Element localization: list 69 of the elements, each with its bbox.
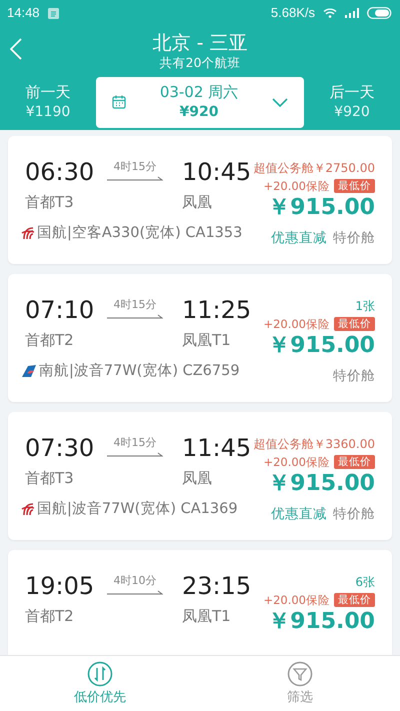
airline-info: 国航|波音77W(宽体) CA1369 (37, 500, 238, 518)
flight-price: ￥915.00 (268, 609, 375, 635)
arrival-time: 11:25 (182, 296, 252, 324)
airline-logo-icon (21, 226, 35, 240)
arrival-time: 11:45 (182, 434, 252, 462)
calendar-icon (112, 95, 126, 109)
cabin-note: 超值公务舱￥2750.00 (253, 161, 375, 176)
lowest-price-badge: 最低价 (334, 317, 375, 331)
arrival-airport: 凤凰 (182, 468, 213, 488)
filter-button[interactable]: 筛选 (200, 656, 400, 711)
next-day-button[interactable]: 后一天 ¥920 (304, 82, 400, 122)
fare-tag: 特价舱 (333, 229, 375, 247)
duration-label: 4时10分 (114, 575, 156, 587)
flight-price: ￥915.00 (268, 471, 375, 497)
notification-icon (48, 8, 59, 18)
arrival-airport: 凤凰 (182, 192, 213, 212)
duration-label: 4时15分 (114, 299, 156, 311)
departure-airport: 首都T2 (25, 606, 75, 626)
chevron-down-icon (272, 98, 288, 106)
previous-day-button[interactable]: 前一天 ¥1190 (0, 82, 96, 122)
selected-date-price: ¥920 (180, 103, 218, 122)
airline-logo-icon (21, 502, 35, 516)
status-time: 14:48 (7, 4, 40, 22)
fare-tag: 优惠直减 (271, 505, 327, 523)
sort-button[interactable]: 低价优先 (0, 656, 200, 711)
flight-card[interactable]: 07:10 首都T2 4时15分 11:25 凤凰T1 南航|波音77W(宽体) CZ6759 1张 +20.00保险 最低价 ￥915.00 特价舱 (8, 274, 392, 402)
flight-price: ￥915.00 (268, 333, 375, 359)
departure-time: 06:30 (25, 158, 96, 186)
insurance-label: +20.00保险 (263, 593, 330, 607)
cabin-note: 6张 (355, 575, 375, 590)
lowest-price-badge: 最低价 (334, 455, 375, 469)
lowest-price-badge: 最低价 (334, 593, 375, 607)
insurance-label: +20.00保险 (263, 317, 330, 331)
duration-label: 4时15分 (114, 437, 156, 449)
fare-tag: 特价舱 (333, 367, 375, 385)
departure-airport: 首都T3 (25, 468, 75, 488)
arrival-time: 10:45 (182, 158, 252, 186)
departure-airport: 首都T3 (25, 192, 75, 212)
airline-logo-icon (21, 364, 37, 378)
airline-info: 国航|空客A330(宽体) CA1353 (37, 224, 242, 242)
arrival-time: 23:15 (182, 572, 252, 600)
departure-time: 19:05 (25, 572, 96, 600)
flight-price: ￥915.00 (268, 195, 375, 221)
back-button[interactable] (10, 38, 24, 60)
insurance-label: +20.00保险 (263, 179, 330, 193)
departure-time: 07:30 (25, 434, 96, 462)
battery-icon (367, 7, 393, 19)
fare-tag: 优惠直减 (271, 229, 327, 247)
network-speed: 5.68K/s (270, 4, 315, 22)
sort-icon (87, 661, 113, 687)
lowest-price-badge: 最低价 (334, 179, 375, 193)
fare-tag: 特价舱 (333, 505, 375, 523)
signal-icon (345, 8, 359, 18)
cabin-note: 1张 (355, 299, 375, 314)
filter-icon (287, 661, 313, 687)
cabin-note: 超值公务舱￥3360.00 (253, 437, 375, 452)
flight-count: 共有20个航班 (160, 55, 240, 71)
departure-airport: 首都T2 (25, 330, 75, 350)
insurance-label: +20.00保险 (263, 455, 330, 469)
selected-date: 03-02 周六 (160, 82, 238, 102)
airline-info: 南航|波音77W(宽体) CZ6759 (39, 362, 240, 380)
duration-label: 4时15分 (114, 161, 156, 173)
arrival-airport: 凤凰T1 (182, 330, 232, 350)
flight-card[interactable]: 19:05 首都T2 4时10分 23:15 凤凰T1 6张 +20.00保险 最低价 ￥915.00 (8, 550, 392, 655)
departure-time: 07:10 (25, 296, 96, 324)
route-title: 北京 - 三亚 (152, 31, 248, 55)
date-picker[interactable]: 03-02 周六 ¥920 (96, 76, 304, 128)
wifi-icon (323, 8, 337, 18)
arrival-airport: 凤凰T1 (182, 606, 232, 626)
